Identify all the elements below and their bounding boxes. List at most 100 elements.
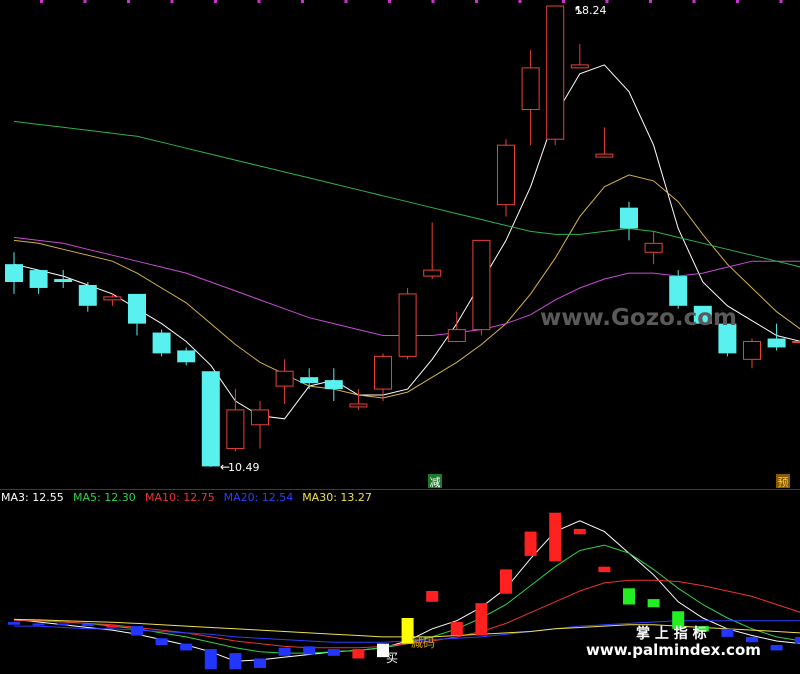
top-dot bbox=[83, 0, 87, 3]
watermark-gozo: www.Gozo.com bbox=[540, 305, 737, 331]
indicator-block bbox=[475, 603, 488, 636]
candle-body-up bbox=[743, 340, 761, 360]
candle bbox=[201, 371, 220, 467]
indicator-block bbox=[204, 649, 217, 670]
candle bbox=[5, 252, 23, 294]
top-dot bbox=[605, 0, 609, 3]
candle-body-up bbox=[472, 239, 491, 331]
indicator-block bbox=[450, 622, 463, 636]
candle bbox=[447, 311, 466, 342]
top-dot bbox=[692, 0, 696, 3]
candle bbox=[300, 368, 319, 390]
candle bbox=[497, 139, 515, 217]
top-dot bbox=[475, 0, 478, 3]
top-dot bbox=[649, 0, 652, 3]
indicator-block bbox=[278, 647, 291, 656]
indicator-block bbox=[81, 623, 94, 627]
candle bbox=[620, 201, 638, 241]
candle-body-up bbox=[423, 269, 442, 277]
candle bbox=[792, 340, 800, 343]
candle-body-down bbox=[324, 380, 343, 390]
candle-body-up bbox=[521, 67, 540, 111]
indicator-block bbox=[524, 531, 537, 556]
top-dot bbox=[257, 0, 261, 3]
candle-body-down bbox=[300, 377, 319, 384]
bottom-mai-label: 买 bbox=[386, 651, 398, 665]
candle-body-up bbox=[644, 242, 663, 253]
indicator-block bbox=[623, 588, 635, 605]
top-dot-markers bbox=[40, 0, 783, 3]
candle-body-up bbox=[398, 293, 417, 357]
candle-body-down bbox=[5, 264, 23, 283]
upper-ma-lines bbox=[13, 64, 800, 420]
indicator-block bbox=[303, 646, 316, 655]
indicator-block bbox=[106, 625, 119, 628]
indicator-block bbox=[229, 653, 242, 670]
indicator-block bbox=[647, 599, 660, 608]
top-dot bbox=[736, 0, 739, 3]
candle bbox=[177, 347, 196, 366]
candle bbox=[275, 359, 294, 404]
watermark-palmindex-title: 掌 上 指 标 bbox=[636, 625, 707, 642]
top-dot bbox=[301, 0, 304, 3]
ma-line-green bbox=[13, 120, 800, 268]
top-dot bbox=[779, 0, 783, 3]
indicator-block bbox=[573, 528, 586, 535]
candle-body-up bbox=[546, 5, 565, 140]
candle bbox=[398, 287, 417, 360]
top-dot bbox=[562, 0, 565, 3]
candle-body-down bbox=[29, 270, 48, 288]
candle bbox=[349, 389, 368, 410]
indicator-block bbox=[327, 649, 340, 656]
ma-line-white bbox=[13, 64, 800, 420]
top-dot bbox=[518, 0, 522, 3]
top-dot bbox=[344, 0, 348, 3]
candle-body-down bbox=[201, 371, 220, 467]
legend-item: MA3: 12.55 bbox=[1, 491, 64, 504]
indicator-block bbox=[131, 626, 143, 636]
candle bbox=[54, 270, 73, 288]
candle-body-down bbox=[128, 293, 146, 324]
indicator-block bbox=[155, 638, 168, 645]
stock-chart-canvas: ↖ 18.24 ← 10.49 减 预 MA3: 12.55 MA5: 12.30… bbox=[0, 0, 800, 670]
candle-body-up bbox=[570, 64, 589, 69]
high-price-label: 18.24 bbox=[575, 4, 607, 17]
indicator-block bbox=[180, 643, 193, 651]
legend-item: MA5: 12.30 bbox=[73, 491, 136, 504]
indicator-block bbox=[8, 622, 20, 625]
indicator-block bbox=[549, 512, 562, 562]
indicator-block bbox=[32, 623, 45, 626]
top-dot bbox=[214, 0, 217, 3]
candle bbox=[595, 127, 614, 158]
legend-item: MA10: 12.75 bbox=[145, 491, 215, 504]
top-dot bbox=[170, 0, 174, 3]
candle-body-up bbox=[226, 409, 245, 450]
candle bbox=[570, 44, 589, 69]
candle-body-down bbox=[620, 207, 638, 229]
indicator-block bbox=[57, 623, 70, 626]
indicator-block bbox=[352, 649, 365, 659]
candle-body-down bbox=[152, 332, 171, 354]
candle-body-down bbox=[767, 338, 786, 348]
candle bbox=[128, 293, 146, 336]
candle-body-up bbox=[497, 144, 515, 206]
candlesticks bbox=[5, 5, 800, 467]
candle bbox=[103, 293, 122, 306]
indicator-block bbox=[795, 636, 800, 644]
low-price-label: 10.49 bbox=[228, 461, 260, 474]
candle-body-down bbox=[669, 276, 688, 306]
candle-body-down bbox=[54, 279, 73, 283]
candle bbox=[644, 231, 663, 265]
candle bbox=[251, 400, 269, 449]
ma-legend: MA3: 12.55 MA5: 12.30 MA10: 12.75 MA20: 12.… bbox=[1, 491, 372, 504]
candle-body-up bbox=[103, 296, 122, 301]
candle-body-down bbox=[78, 284, 97, 306]
candle-body-up bbox=[595, 153, 614, 158]
candle bbox=[152, 329, 171, 357]
watermark-palmindex-url: www.palmindex.com bbox=[586, 641, 761, 659]
candle bbox=[423, 222, 442, 280]
top-dot bbox=[127, 0, 130, 3]
candle-body-up bbox=[792, 340, 800, 343]
candle-body-down bbox=[177, 350, 196, 363]
legend-item: MA20: 12.54 bbox=[224, 491, 294, 504]
